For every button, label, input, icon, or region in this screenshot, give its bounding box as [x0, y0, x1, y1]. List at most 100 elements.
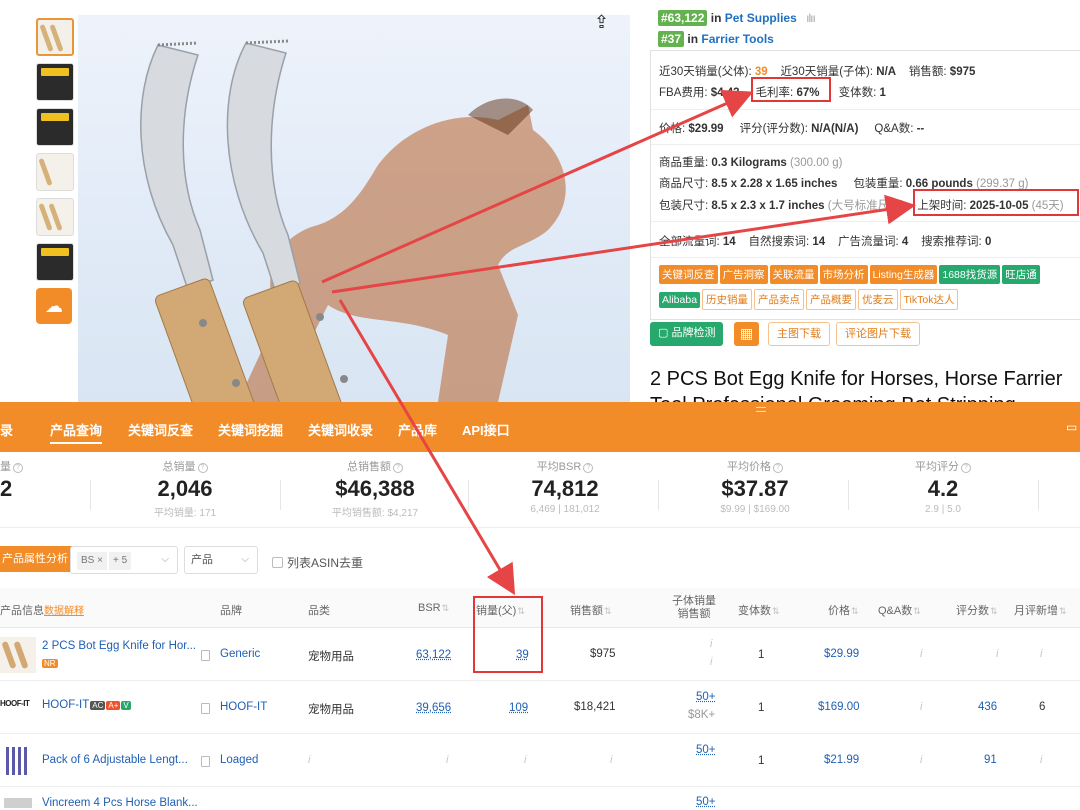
stat-count: 量? 2 [0, 458, 40, 502]
variants-cell: 1 [758, 649, 765, 661]
dedupe-asin-checkbox[interactable]: 列表ASIN去重 [272, 554, 363, 571]
tag-tiktok[interactable]: TikTok达人 [899, 289, 959, 310]
bsr-rank-2: #37 in Farrier Tools [658, 31, 774, 47]
category-filter-select[interactable]: BS × + 5 ⌵ [70, 546, 178, 574]
product-title-link[interactable]: 2 PCS Bot Egg Knife for Hor... [42, 640, 196, 652]
brand-link[interactable]: Loaged [220, 754, 258, 766]
child-sales-cell[interactable]: 50+ [696, 744, 716, 756]
brand-link[interactable]: Generic [220, 648, 260, 660]
filter-chip-bs[interactable]: BS × [77, 552, 107, 570]
calculator-icon[interactable]: ▦ [734, 322, 760, 346]
thumbnail-4[interactable] [36, 153, 74, 191]
col-bsr[interactable]: BSR⇅ [418, 602, 449, 614]
thumbnail-5[interactable] [36, 198, 74, 236]
col-qa[interactable]: Q&A数⇅ [878, 602, 921, 618]
sales-cell[interactable]: 109 [509, 702, 528, 714]
main-image-download-button[interactable]: 主图下载 [768, 322, 830, 346]
ac-badge: AC [90, 701, 106, 710]
brand-link[interactable]: HOOF-IT [220, 701, 267, 713]
share-icon[interactable]: ⇪ [594, 12, 609, 33]
monthly-new-cell: i [1040, 754, 1043, 766]
traffic-line: 全部流量词: 14 自然搜索词: 14 广告流量词: 4 搜索推荐词: 0 [659, 236, 992, 248]
nav-item-keyword-mining[interactable]: 关键词挖掘 [218, 420, 283, 439]
tag-wangdian[interactable]: 旺店通 [1002, 265, 1040, 284]
product-title: 2 PCS Bot Egg Knife for Horses, Horse Fa… [650, 368, 1063, 390]
child-sales-cell[interactable]: 50+ [696, 691, 716, 703]
product-thumbnail[interactable] [0, 794, 36, 810]
monthly-new-cell: i [1040, 648, 1043, 660]
thumbnail-6[interactable] [36, 243, 74, 281]
drag-handle-icon[interactable]: — — [754, 403, 768, 417]
weight-line: 商品重量: 0.3 Kilograms (300.00 g) [659, 157, 843, 169]
doc-icon[interactable] [201, 756, 210, 767]
tag-selling-points[interactable]: 产品卖点 [754, 289, 805, 310]
thumbnail-1[interactable] [36, 18, 74, 56]
tag-market-analysis[interactable]: 市场分析 [819, 265, 868, 284]
product-title-link[interactable]: Pack of 6 Adjustable Lengt... [42, 754, 188, 766]
col-monthly-new[interactable]: 月评新增⇅ [1014, 602, 1067, 618]
attribute-analysis-button[interactable]: 产品属性分析 [0, 546, 74, 572]
tag-listing-generator[interactable]: Listing生成器 [869, 265, 938, 284]
brand-check-button[interactable]: ▢ 品牌检测 [650, 322, 724, 346]
tag-1688[interactable]: 1688找货源 [939, 265, 1001, 284]
download-cloud-icon[interactable]: ☁ [36, 288, 72, 324]
col-rating-count[interactable]: 评分数⇅ [956, 602, 998, 618]
rating-count-cell[interactable]: 436 [978, 701, 997, 713]
summary-stats: 量? 2 总销量? 2,046 平均销量: 171 总销售额? $46,388 … [0, 452, 1080, 528]
tag-keyword-reverse[interactable]: 关键词反查 [659, 265, 718, 284]
thumbnail-2[interactable] [36, 63, 74, 101]
brand-logo[interactable]: HOOF-IT [0, 699, 30, 708]
child-sales-cell[interactable]: 50+ [696, 796, 716, 808]
nav-item-product-search[interactable]: 产品查询 [50, 420, 103, 444]
table-row[interactable]: HOOF-IT HOOF-IT AC A+ V HOOF-IT 宠物用品 39,656… [0, 682, 1080, 734]
nav-item-keyword-reverse[interactable]: 关键词反查 [128, 420, 193, 439]
product-title-link[interactable]: HOOF-IT AC A+ V [42, 699, 131, 711]
nav-item-api[interactable]: API接口 [462, 420, 510, 439]
rank-category-link[interactable]: Farrier Tools [701, 32, 773, 46]
review-image-download-button[interactable]: 评论图片下载 [836, 322, 920, 346]
filter-chip-more[interactable]: + 5 [108, 552, 132, 570]
tag-youmaiyun[interactable]: 优麦云 [858, 289, 898, 310]
type-select[interactable]: 产品 ⌵ [184, 546, 258, 574]
col-variants[interactable]: 变体数⇅ [738, 602, 780, 618]
bsr-cell: i [446, 754, 449, 766]
bar-chart-icon[interactable]: ılıı [806, 11, 816, 25]
category-cell: i [308, 754, 311, 766]
qa-cell: i [920, 754, 923, 766]
data-explain-link[interactable]: 数据解释 [44, 606, 84, 617]
filter-bar: 产品属性分析 BS × + 5 ⌵ 产品 ⌵ 列表ASIN去重 [0, 540, 1080, 580]
tag-summary[interactable]: 产品概要 [806, 289, 857, 310]
col-revenue[interactable]: 销售额⇅ [570, 602, 612, 618]
nav-item-cut[interactable]: 录 [0, 420, 13, 439]
nav-item-keyword-index[interactable]: 关键词收录 [308, 420, 373, 439]
tag-ads-insight[interactable]: 广告洞察 [719, 265, 768, 284]
tag-alibaba[interactable]: Alibaba [659, 292, 701, 308]
bsr-cell[interactable]: 39,656 [416, 702, 451, 714]
col-price[interactable]: 价格⇅ [828, 602, 859, 618]
rank-category-link[interactable]: Pet Supplies [725, 11, 797, 25]
nav-item-product-library[interactable]: 产品库 [398, 420, 437, 439]
product-thumbnail[interactable] [0, 637, 36, 673]
stat-avg-rating: 平均评分? 4.2 2.9 | 5.0 [868, 458, 1018, 515]
stat-total-sales: 总销量? 2,046 平均销量: 171 [153, 461, 217, 519]
doc-icon[interactable] [201, 650, 210, 661]
table-row[interactable]: Pack of 6 Adjustable Lengt... Loaged i i… [0, 735, 1080, 787]
tag-history-sales[interactable]: 历史销量 [702, 289, 753, 310]
chevron-down-icon: ⌵ [161, 554, 169, 565]
window-icon[interactable]: ▭ [1066, 420, 1077, 434]
product-title-link[interactable]: Vincreem 4 Pcs Horse Blank... [42, 797, 198, 809]
tag-related-traffic[interactable]: 关联流量 [769, 265, 818, 284]
product-thumbnail[interactable] [0, 743, 36, 779]
doc-icon[interactable] [201, 703, 210, 714]
category-cell: 宠物用品 [308, 651, 354, 663]
stat-avg-bsr: 平均BSR? 74,812 6,469 | 181,012 [530, 461, 600, 515]
bsr-cell[interactable]: 63,122 [416, 649, 451, 661]
rating-count-cell[interactable]: 91 [984, 754, 997, 766]
table-row[interactable]: Vincreem 4 Pcs Horse Blank... 50+ [0, 788, 1080, 810]
revenue-cell: $975 [590, 648, 616, 660]
product-title-line-2: Tool Professional Grooming Bot Stripping [650, 394, 1016, 402]
listed-date-highlight-box [913, 189, 1079, 216]
qa-cell: i [920, 648, 923, 660]
thumbnail-3[interactable] [36, 108, 74, 146]
tool-nav-bar: 录 产品查询 关键词反查 关键词挖掘 关键词收录 产品库 API接口 — — ▭ [0, 402, 1080, 452]
